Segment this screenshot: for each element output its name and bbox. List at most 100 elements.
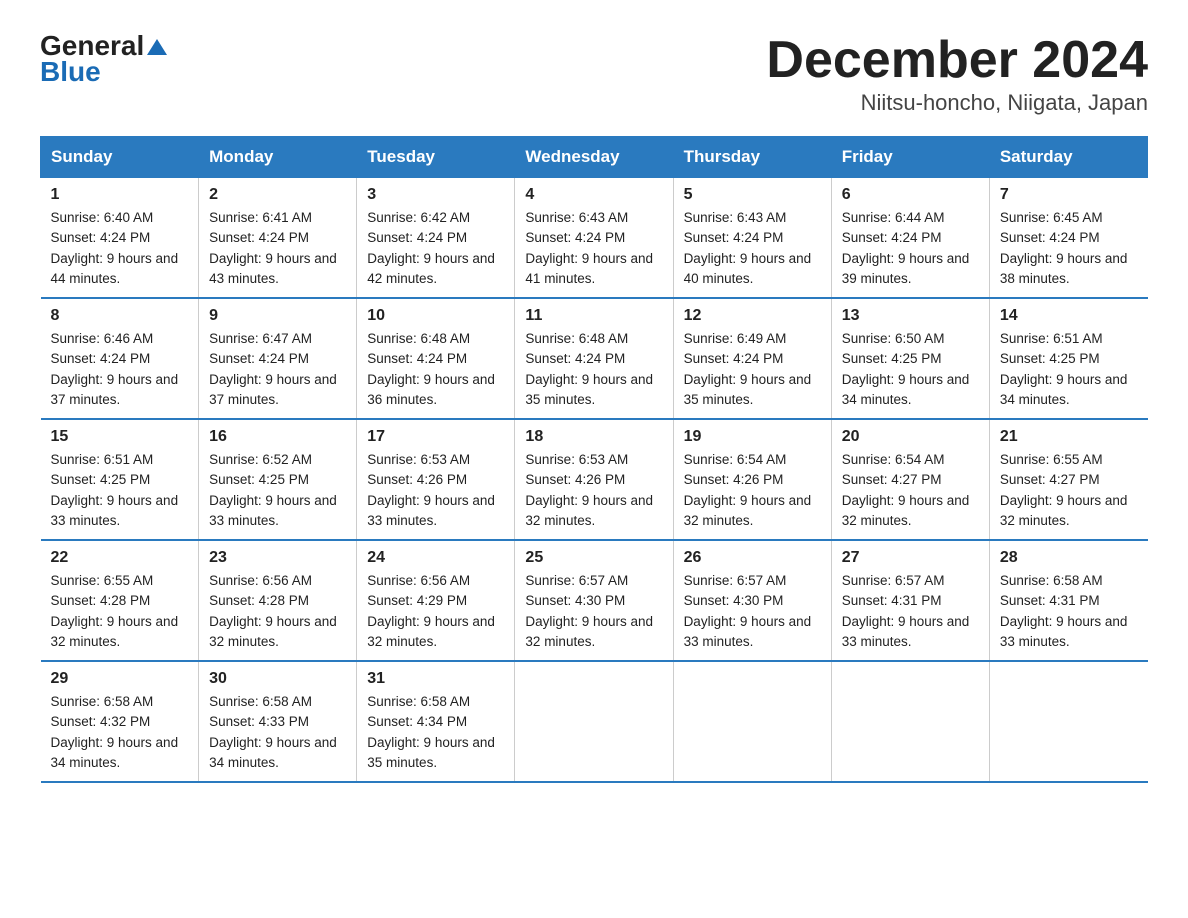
day-info: Sunrise: 6:56 AMSunset: 4:29 PMDaylight:… [367,571,504,652]
calendar-cell: 6 Sunrise: 6:44 AMSunset: 4:24 PMDaylight… [831,178,989,299]
day-info: Sunrise: 6:43 AMSunset: 4:24 PMDaylight:… [684,208,821,289]
week-row-5: 29Sunrise: 6:58 AMSunset: 4:32 PMDayligh… [41,661,1148,782]
day-info: Sunrise: 6:55 AMSunset: 4:27 PMDaylight:… [1000,450,1138,531]
calendar-cell: 12 Sunrise: 6:49 AMSunset: 4:24 PMDayligh… [673,298,831,419]
title-block: December 2024 Niitsu-honcho, Niigata, Ja… [766,30,1148,116]
day-info: Sunrise: 6:48 AMSunset: 4:24 PMDaylight:… [525,329,662,410]
day-number: 6 [842,186,979,204]
day-number: 25 [525,549,662,567]
day-number: 29 [51,670,189,688]
calendar-cell: 10 Sunrise: 6:48 AMSunset: 4:24 PMDayligh… [357,298,515,419]
calendar-cell: 1 Sunrise: 6:40 AMSunset: 4:24 PMDaylight… [41,178,199,299]
day-number: 4 [525,186,662,204]
day-number: 5 [684,186,821,204]
calendar-cell [515,661,673,782]
day-number: 9 [209,307,346,325]
calendar-cell: 11Sunrise: 6:48 AMSunset: 4:24 PMDayligh… [515,298,673,419]
day-number: 1 [51,186,189,204]
calendar-cell: 23 Sunrise: 6:56 AMSunset: 4:28 PMDayligh… [199,540,357,661]
day-number: 15 [51,428,189,446]
day-info: Sunrise: 6:44 AMSunset: 4:24 PMDaylight:… [842,208,979,289]
header-sunday: Sunday [41,137,199,178]
header-saturday: Saturday [989,137,1147,178]
week-row-4: 22Sunrise: 6:55 AMSunset: 4:28 PMDayligh… [41,540,1148,661]
day-number: 2 [209,186,346,204]
logo-blue: Blue [40,56,168,88]
day-number: 17 [367,428,504,446]
day-number: 10 [367,307,504,325]
week-row-1: 1 Sunrise: 6:40 AMSunset: 4:24 PMDaylight… [41,178,1148,299]
day-number: 14 [1000,307,1138,325]
calendar-cell: 21 Sunrise: 6:55 AMSunset: 4:27 PMDayligh… [989,419,1147,540]
calendar-cell: 17 Sunrise: 6:53 AMSunset: 4:26 PMDayligh… [357,419,515,540]
calendar-cell: 9 Sunrise: 6:47 AMSunset: 4:24 PMDaylight… [199,298,357,419]
page-header: General Blue December 2024 Niitsu-honcho… [40,30,1148,116]
calendar-cell: 25 Sunrise: 6:57 AMSunset: 4:30 PMDayligh… [515,540,673,661]
day-number: 28 [1000,549,1138,567]
header-friday: Friday [831,137,989,178]
calendar-cell: 26 Sunrise: 6:57 AMSunset: 4:30 PMDayligh… [673,540,831,661]
calendar-cell [673,661,831,782]
day-number: 3 [367,186,504,204]
day-info: Sunrise: 6:40 AMSunset: 4:24 PMDaylight:… [51,208,189,289]
day-info: Sunrise: 6:58 AMSunset: 4:33 PMDaylight:… [209,692,346,773]
calendar-cell: 29Sunrise: 6:58 AMSunset: 4:32 PMDayligh… [41,661,199,782]
calendar-cell: 15 Sunrise: 6:51 AMSunset: 4:25 PMDayligh… [41,419,199,540]
day-number: 8 [51,307,189,325]
calendar-cell: 27Sunrise: 6:57 AMSunset: 4:31 PMDayligh… [831,540,989,661]
day-info: Sunrise: 6:56 AMSunset: 4:28 PMDaylight:… [209,571,346,652]
logo-triangle-icon [146,36,168,58]
day-info: Sunrise: 6:43 AMSunset: 4:24 PMDaylight:… [525,208,662,289]
calendar-cell: 30 Sunrise: 6:58 AMSunset: 4:33 PMDayligh… [199,661,357,782]
calendar-cell: 28 Sunrise: 6:58 AMSunset: 4:31 PMDayligh… [989,540,1147,661]
calendar-cell [831,661,989,782]
calendar-cell: 13Sunrise: 6:50 AMSunset: 4:25 PMDayligh… [831,298,989,419]
day-info: Sunrise: 6:41 AMSunset: 4:24 PMDaylight:… [209,208,346,289]
header-wednesday: Wednesday [515,137,673,178]
day-info: Sunrise: 6:54 AMSunset: 4:27 PMDaylight:… [842,450,979,531]
location-title: Niitsu-honcho, Niigata, Japan [766,90,1148,116]
header-tuesday: Tuesday [357,137,515,178]
day-number: 24 [367,549,504,567]
calendar-cell: 8 Sunrise: 6:46 AMSunset: 4:24 PMDaylight… [41,298,199,419]
calendar-cell: 2 Sunrise: 6:41 AMSunset: 4:24 PMDaylight… [199,178,357,299]
week-row-3: 15 Sunrise: 6:51 AMSunset: 4:25 PMDayligh… [41,419,1148,540]
calendar-cell: 14Sunrise: 6:51 AMSunset: 4:25 PMDayligh… [989,298,1147,419]
day-info: Sunrise: 6:48 AMSunset: 4:24 PMDaylight:… [367,329,504,410]
header-monday: Monday [199,137,357,178]
calendar-cell: 22Sunrise: 6:55 AMSunset: 4:28 PMDayligh… [41,540,199,661]
day-info: Sunrise: 6:45 AMSunset: 4:24 PMDaylight:… [1000,208,1138,289]
week-row-2: 8 Sunrise: 6:46 AMSunset: 4:24 PMDaylight… [41,298,1148,419]
calendar-table: SundayMondayTuesdayWednesdayThursdayFrid… [40,136,1148,783]
day-info: Sunrise: 6:49 AMSunset: 4:24 PMDaylight:… [684,329,821,410]
day-number: 30 [209,670,346,688]
calendar-cell: 19Sunrise: 6:54 AMSunset: 4:26 PMDayligh… [673,419,831,540]
day-info: Sunrise: 6:47 AMSunset: 4:24 PMDaylight:… [209,329,346,410]
calendar-header-row: SundayMondayTuesdayWednesdayThursdayFrid… [41,137,1148,178]
day-info: Sunrise: 6:53 AMSunset: 4:26 PMDaylight:… [367,450,504,531]
calendar-cell: 3Sunrise: 6:42 AMSunset: 4:24 PMDaylight… [357,178,515,299]
header-thursday: Thursday [673,137,831,178]
day-number: 27 [842,549,979,567]
day-info: Sunrise: 6:57 AMSunset: 4:30 PMDaylight:… [525,571,662,652]
month-title: December 2024 [766,30,1148,90]
day-info: Sunrise: 6:58 AMSunset: 4:31 PMDaylight:… [1000,571,1138,652]
logo: General Blue [40,30,168,88]
day-info: Sunrise: 6:53 AMSunset: 4:26 PMDaylight:… [525,450,662,531]
day-info: Sunrise: 6:51 AMSunset: 4:25 PMDaylight:… [51,450,189,531]
calendar-cell: 16Sunrise: 6:52 AMSunset: 4:25 PMDayligh… [199,419,357,540]
calendar-cell: 7Sunrise: 6:45 AMSunset: 4:24 PMDaylight… [989,178,1147,299]
day-info: Sunrise: 6:58 AMSunset: 4:34 PMDaylight:… [367,692,504,773]
calendar-cell: 4 Sunrise: 6:43 AMSunset: 4:24 PMDaylight… [515,178,673,299]
day-info: Sunrise: 6:52 AMSunset: 4:25 PMDaylight:… [209,450,346,531]
day-number: 23 [209,549,346,567]
day-number: 26 [684,549,821,567]
day-number: 22 [51,549,189,567]
day-number: 21 [1000,428,1138,446]
day-number: 12 [684,307,821,325]
day-number: 31 [367,670,504,688]
day-info: Sunrise: 6:50 AMSunset: 4:25 PMDaylight:… [842,329,979,410]
day-info: Sunrise: 6:57 AMSunset: 4:30 PMDaylight:… [684,571,821,652]
day-number: 19 [684,428,821,446]
day-info: Sunrise: 6:46 AMSunset: 4:24 PMDaylight:… [51,329,189,410]
